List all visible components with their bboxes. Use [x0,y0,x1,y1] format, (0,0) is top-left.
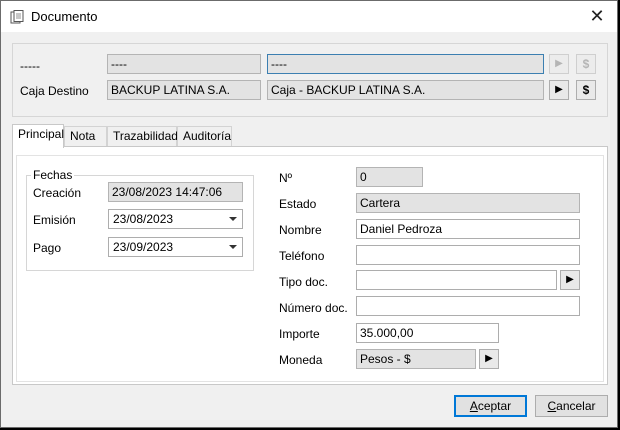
creacion-label: Creación [33,186,82,200]
emision-label: Emisión [33,213,76,227]
tab-nota[interactable]: Nota [64,126,107,147]
caja-destino-field1: BACKUP LATINA S.A. [107,80,261,100]
aceptar-button[interactable]: Aceptar [454,395,527,417]
estado-label: Estado [279,197,317,211]
caja-destino-label: Caja Destino [20,84,89,98]
moneda-label: Moneda [279,353,323,367]
row1-label: ----- [20,59,40,73]
cancelar-button[interactable]: Cancelar [535,395,608,417]
tipo-doc-arrow-button[interactable]: ▶ [560,270,580,290]
emision-value: 23/08/2023 [113,212,174,226]
documento-window: Documento ✕ ----- ---- ---- ▶ $ Caja Des… [0,0,618,428]
row1-dollar-button[interactable]: $ [576,54,596,74]
cancelar-label: ancelar [556,399,596,413]
numero-doc-input[interactable] [356,296,580,316]
chevron-down-icon [229,245,237,249]
pago-date-picker[interactable]: 23/09/2023 [108,237,243,257]
aceptar-label: ceptar [477,399,512,413]
numero-doc-label: Número doc. [279,301,348,315]
document-icon [10,10,24,24]
telefono-label: Teléfono [279,249,325,263]
row1-field2-input[interactable]: ---- [267,54,544,74]
tipo-doc-input[interactable] [356,270,557,290]
close-icon[interactable]: ✕ [587,6,607,26]
tab-auditoria[interactable]: Auditoría [177,126,232,147]
telefono-input[interactable] [356,245,580,265]
fechas-legend: Fechas [31,168,75,182]
moneda-arrow-button[interactable]: ▶ [479,349,499,369]
importe-input[interactable]: 35.000,00 [356,323,499,343]
tab-trazabilidad[interactable]: Trazabilidad [107,126,178,147]
row1-arrow-button[interactable]: ▶ [549,54,569,74]
estado-field: Cartera [356,193,580,213]
pago-value: 23/09/2023 [113,240,174,254]
caja-destino-field2: Caja - BACKUP LATINA S.A. [267,80,544,100]
chevron-down-icon [229,217,237,221]
importe-label: Importe [279,327,320,341]
tab-principal[interactable]: Principal [12,124,64,148]
tipo-doc-label: Tipo doc. [279,275,328,289]
aceptar-mnemonic: A [469,399,478,413]
nombre-label: Nombre [279,223,322,237]
caja-destino-arrow-button[interactable]: ▶ [549,80,569,100]
numero-field: 0 [356,167,423,187]
title-bar: Documento ✕ [1,1,617,32]
numero-label: Nº [279,171,293,185]
emision-date-picker[interactable]: 23/08/2023 [108,209,243,229]
moneda-field: Pesos - $ [356,349,476,369]
pago-label: Pago [33,241,62,255]
creacion-field: 23/08/2023 14:47:06 [108,182,243,202]
nombre-input[interactable]: Daniel Pedroza [356,219,580,239]
caja-destino-dollar-button[interactable]: $ [576,80,596,100]
window-title: Documento [31,9,98,24]
cancelar-mnemonic: C [547,399,557,413]
row1-field1: ---- [107,54,261,74]
principal-panel: Fechas Creación 23/08/2023 14:47:06 Emis… [12,146,608,385]
